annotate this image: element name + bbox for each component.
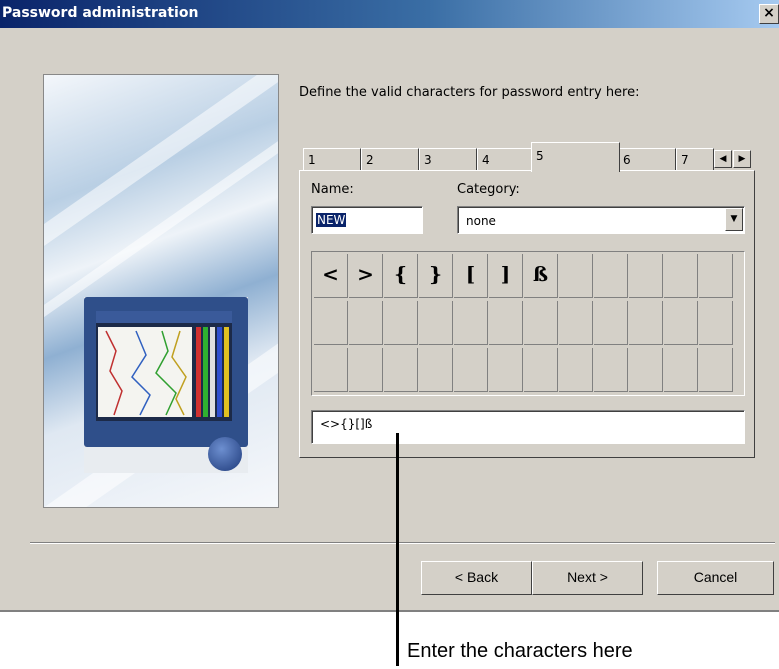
character-cell[interactable] (314, 348, 348, 392)
character-cell[interactable] (664, 301, 698, 345)
character-cell[interactable] (629, 301, 663, 345)
password-administration-dialog: Password administration × Define the val… (0, 0, 779, 612)
tab-7[interactable]: 7 (676, 148, 714, 171)
tab-1[interactable]: 1 (303, 148, 361, 171)
chevron-down-icon[interactable]: ▼ (725, 208, 743, 231)
character-cell[interactable] (699, 348, 733, 392)
character-cell[interactable]: > (349, 254, 383, 298)
cancel-button[interactable]: Cancel (657, 561, 774, 595)
name-value: NEW (316, 213, 347, 227)
tab-scroll-right-icon[interactable]: ▶ (733, 150, 751, 168)
character-cell[interactable] (559, 301, 593, 345)
character-cell[interactable] (664, 348, 698, 392)
character-cell[interactable] (699, 301, 733, 345)
next-button[interactable]: Next > (532, 561, 643, 595)
tab-4[interactable]: 4 (477, 148, 535, 171)
name-label: Name: (311, 182, 354, 197)
name-input[interactable]: NEW (311, 206, 423, 234)
character-cell[interactable] (454, 348, 488, 392)
character-cell[interactable] (559, 254, 593, 298)
tab-2[interactable]: 2 (361, 148, 419, 171)
callout-line (396, 433, 399, 666)
character-cell[interactable] (524, 348, 558, 392)
character-cell[interactable]: < (314, 254, 348, 298)
character-entry-value: <>{}[]ß (320, 417, 373, 431)
character-cell[interactable] (384, 348, 418, 392)
character-cell[interactable]: { (384, 254, 418, 298)
character-cell[interactable] (384, 301, 418, 345)
character-cell[interactable] (559, 348, 593, 392)
character-cell[interactable] (594, 348, 628, 392)
character-cell[interactable] (419, 301, 453, 345)
category-label: Category: (457, 182, 520, 197)
title-bar[interactable]: Password administration × (0, 0, 779, 28)
character-cell[interactable] (524, 301, 558, 345)
character-cell[interactable] (594, 301, 628, 345)
character-cell[interactable] (314, 301, 348, 345)
close-button[interactable]: × (759, 4, 779, 24)
tab-3[interactable]: 3 (419, 148, 477, 171)
instruction-text: Define the valid characters for password… (299, 85, 640, 100)
tab-5[interactable]: 5 (531, 142, 620, 172)
character-cell[interactable] (489, 301, 523, 345)
callout-text: Enter the characters here (407, 640, 633, 662)
character-cell[interactable] (594, 254, 628, 298)
character-cell[interactable] (664, 254, 698, 298)
character-cell[interactable] (629, 348, 663, 392)
character-cell[interactable] (419, 348, 453, 392)
character-cell[interactable]: } (419, 254, 453, 298)
device-illustration (43, 74, 279, 508)
window-title: Password administration (2, 5, 199, 21)
device-knob (208, 437, 242, 471)
back-button[interactable]: < Back (421, 561, 532, 595)
character-cell[interactable] (629, 254, 663, 298)
character-cell[interactable] (454, 301, 488, 345)
category-selected-value: none (466, 214, 496, 228)
tab-6[interactable]: 6 (618, 148, 676, 171)
character-cell[interactable] (699, 254, 733, 298)
character-entry-field[interactable]: <>{}[]ß (311, 410, 745, 444)
divider (30, 542, 775, 544)
character-cell[interactable] (349, 301, 383, 345)
character-cell[interactable] (349, 348, 383, 392)
character-cell[interactable] (489, 348, 523, 392)
category-select[interactable]: none ▼ (457, 206, 745, 234)
character-cell[interactable]: ] (489, 254, 523, 298)
recorder-device-image (84, 297, 248, 473)
character-cell[interactable]: [ (454, 254, 488, 298)
character-grid: < >{}[] ß (311, 251, 745, 396)
device-screen (96, 311, 232, 421)
character-cell[interactable]: ß (524, 254, 558, 298)
tab-scroll-left-icon[interactable]: ◀ (714, 150, 732, 168)
